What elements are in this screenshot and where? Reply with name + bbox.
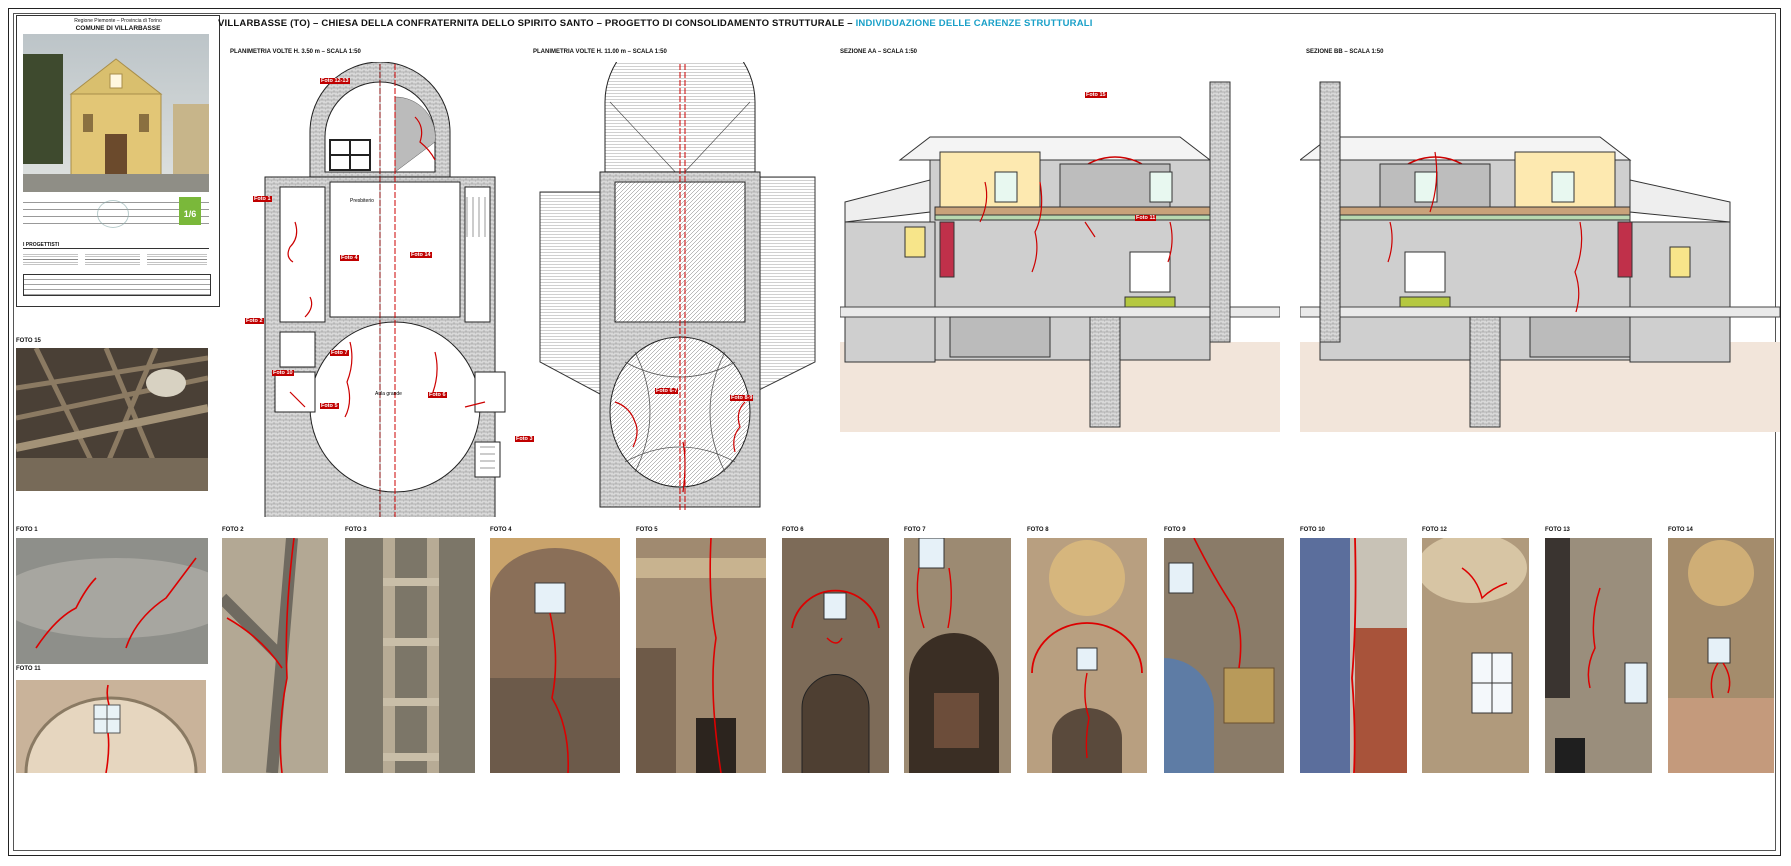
- photo-9-pulpit-crack: [1164, 538, 1284, 773]
- drawing-title: VILLARBASSE (TO) – CHIESA DELLA CONFRATE…: [218, 18, 1093, 29]
- photo-label: FOTO 11: [16, 666, 41, 672]
- plan-vaults-1: Presbiterio Aula grande: [264, 62, 506, 517]
- photo-label: FOTO 9: [1164, 527, 1186, 533]
- sheet-number: 1/6: [183, 209, 197, 219]
- annotation: Foto 6-7: [655, 388, 679, 394]
- stamp: [97, 200, 129, 228]
- title-block: Regione Piemonte – Provincia di Torino C…: [16, 15, 220, 307]
- annotation: Foto 10: [272, 370, 294, 376]
- photo-label: FOTO 12: [1422, 527, 1447, 533]
- plan2-label: PLANIMETRIA VOLTE H. 11.00 m – SCALA 1:5…: [533, 49, 667, 55]
- photo-label: FOTO 5: [636, 527, 658, 533]
- photo-label: FOTO 2: [222, 527, 244, 533]
- annotation: Foto 8-9: [730, 395, 754, 401]
- title-highlight: INDIVIDUAZIONE DELLE CARENZE STRUTTURALI: [855, 18, 1093, 29]
- photo-label: FOTO 10: [1300, 527, 1325, 533]
- comune-text: COMUNE DI VILLARBASSE: [75, 25, 161, 32]
- section-bb-label: SEZIONE BB – SCALA 1:50: [1306, 49, 1384, 55]
- photo-7-chapel-crack: [904, 538, 1011, 773]
- annotation: Foto 6: [428, 392, 447, 398]
- photo-label: FOTO 7: [904, 527, 926, 533]
- annotation: Foto 12-13: [320, 78, 350, 84]
- photo-11-lunette-crack: [16, 680, 206, 773]
- photo-label: FOTO 8: [1027, 527, 1049, 533]
- designers-columns: [23, 248, 209, 271]
- svg-text:Aula grande: Aula grande: [375, 391, 402, 397]
- plan-vaults-2: [539, 62, 816, 512]
- annotation: Foto 3: [515, 436, 534, 442]
- photo-label: FOTO 3: [345, 527, 367, 533]
- photo-13-wall-crack: [1545, 538, 1652, 773]
- photo-6-arch-crack: [782, 538, 889, 773]
- photo-label: FOTO 14: [1668, 527, 1693, 533]
- photo-15-roof-timber: [16, 348, 208, 491]
- photo-12-window-vault: [1422, 538, 1529, 773]
- photo-label: FOTO 4: [490, 527, 512, 533]
- photo-label: FOTO 13: [1545, 527, 1570, 533]
- annotation: Foto 1: [253, 196, 272, 202]
- annotation: Foto 4: [340, 255, 359, 261]
- annotation: Foto 14: [410, 252, 432, 258]
- section-aa: [840, 81, 1280, 432]
- photo-4-window-crack: [490, 538, 620, 773]
- annotation: Foto 7: [330, 350, 349, 356]
- plan1-label: PLANIMETRIA VOLTE H. 3.50 m – SCALA 1:50: [230, 49, 361, 55]
- photo-14-dome-window: [1668, 538, 1774, 773]
- photo-5-wall-crack: [636, 538, 766, 773]
- annotation: Foto 15: [1085, 92, 1107, 98]
- photo-label: FOTO 1: [16, 527, 38, 533]
- photo-8-dome-crack: [1027, 538, 1147, 773]
- photo-3-wooden-ladder: [345, 538, 475, 773]
- annotation: Foto 11: [1135, 215, 1157, 221]
- section-bb: [1300, 81, 1780, 432]
- photo-1-vault-crack: [16, 538, 208, 664]
- title-main: VILLARBASSE (TO) – CHIESA DELLA CONFRATE…: [218, 18, 853, 29]
- svg-text:Presbiterio: Presbiterio: [350, 198, 374, 204]
- section-aa-label: SEZIONE AA – SCALA 1:50: [840, 49, 918, 55]
- region-text: Regione Piemonte – Provincia di Torino: [74, 18, 162, 24]
- church-facade-photo: [23, 34, 209, 192]
- photo-label: FOTO 6: [782, 527, 804, 533]
- revision-table: [23, 274, 211, 296]
- annotation: Foto 5: [320, 403, 339, 409]
- sheet-badge: 1/6: [179, 197, 201, 225]
- annotation: Foto 2: [245, 318, 264, 324]
- photo-2-rib-crack: [222, 538, 328, 773]
- photo-10-pilaster-crack: [1300, 538, 1407, 773]
- photo-label: FOTO 15: [16, 338, 41, 344]
